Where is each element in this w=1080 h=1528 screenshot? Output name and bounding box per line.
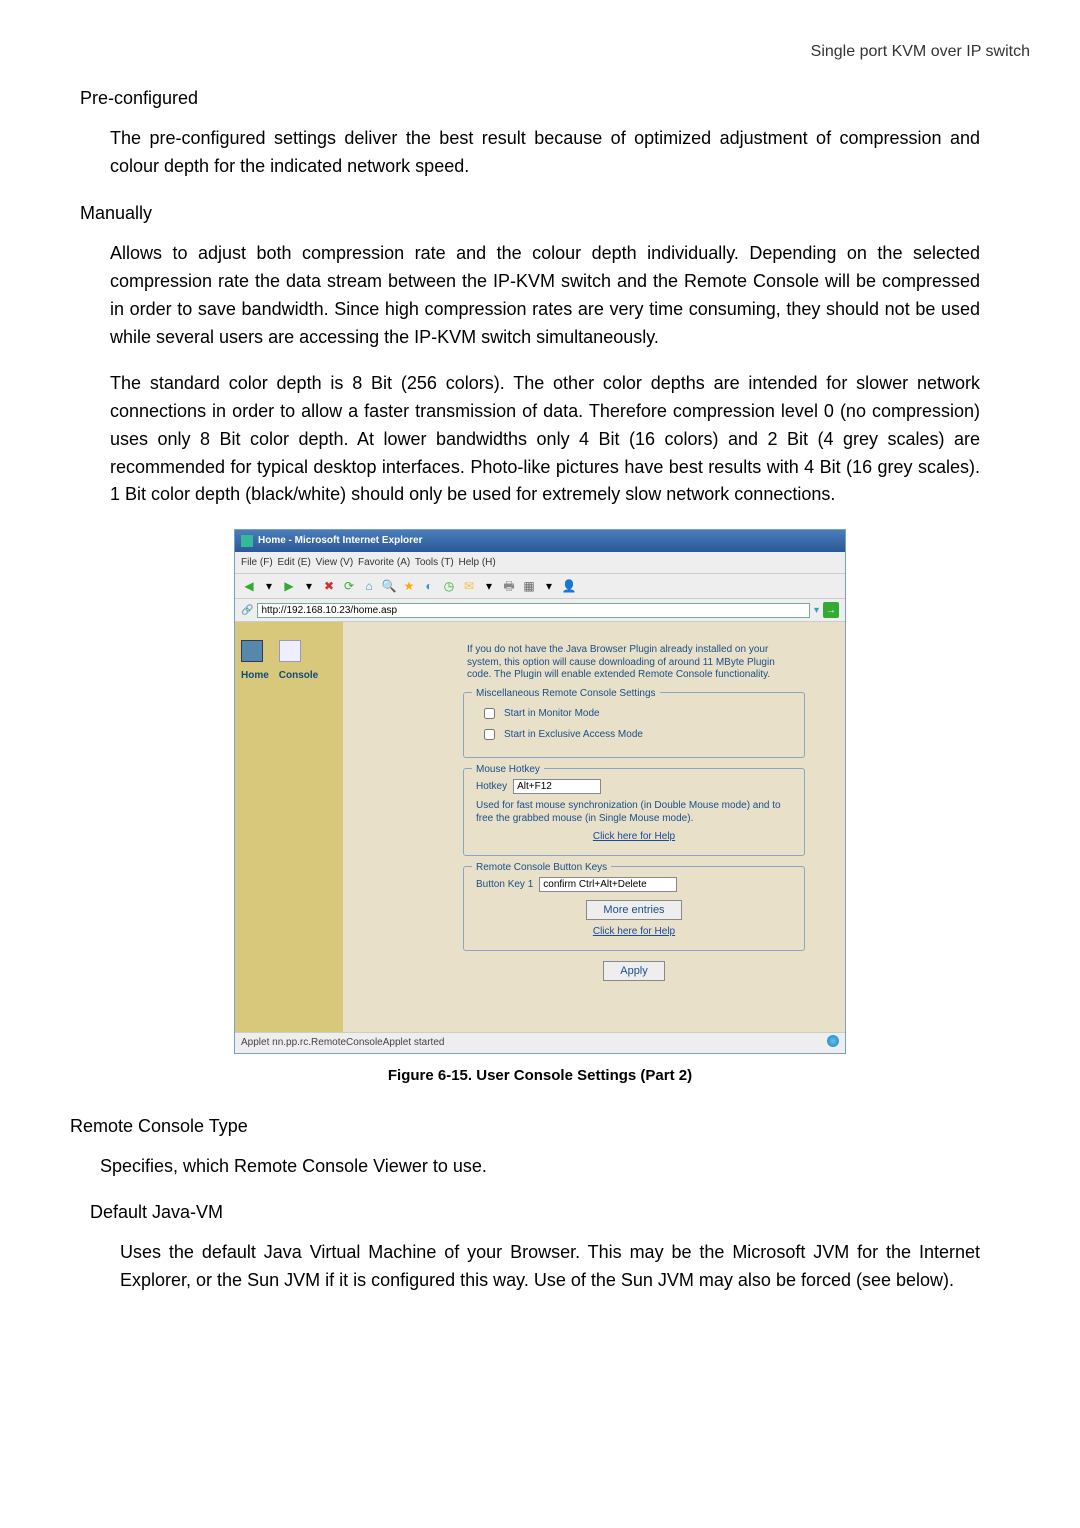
window-title: Home - Microsoft Internet Explorer [258,533,422,549]
home-nav-icon[interactable] [241,640,263,662]
nav-console-label[interactable]: Console [279,668,318,684]
messenger-icon[interactable]: 👤 [561,578,577,594]
default-java-vm-heading: Default Java-VM [90,1199,1030,1227]
more-entries-button[interactable]: More entries [586,900,681,920]
screenshot-container: Home - Microsoft Internet Explorer File … [50,529,1030,1054]
menu-view[interactable]: View (V) [316,557,354,568]
favorites-icon[interactable]: ★ [401,578,417,594]
hotkey-help-link[interactable]: Click here for Help [474,829,794,845]
menu-favorite[interactable]: Favorite (A) [358,557,410,568]
start-monitor-row[interactable]: Start in Monitor Mode [480,705,794,722]
misc-legend: Miscellaneous Remote Console Settings [472,686,660,702]
figure-caption: Figure 6-15. User Console Settings (Part… [50,1064,1030,1087]
dropdown-icon-3[interactable]: ▾ [481,578,497,594]
refresh-icon[interactable]: ⟳ [341,578,357,594]
apply-button[interactable]: Apply [603,961,665,981]
button-key-input[interactable] [539,877,677,892]
main-panel: If you do not have the Java Browser Plug… [343,622,845,1032]
button-key-label: Button Key 1 [476,877,533,893]
window-titlebar: Home - Microsoft Internet Explorer [235,530,845,552]
page-header-right: Single port KVM over IP switch [50,40,1030,65]
dropdown-icon-4[interactable]: ▾ [541,578,557,594]
hotkey-legend: Mouse Hotkey [472,762,544,778]
status-text: Applet nn.pp.rc.RemoteConsoleApplet star… [241,1035,444,1051]
hotkey-input[interactable] [513,779,601,794]
print-icon[interactable]: 🖶 [501,578,517,594]
menu-tools[interactable]: Tools (T) [415,557,454,568]
button-key-row: Button Key 1 [476,877,794,893]
misc-fieldset: Miscellaneous Remote Console Settings St… [463,692,805,758]
menu-file[interactable]: File (F) [241,557,273,568]
hotkey-label: Hotkey [476,779,507,795]
stop-icon[interactable]: ✖ [321,578,337,594]
manually-paragraph-1: Allows to adjust both compression rate a… [110,240,980,352]
hotkey-fieldset: Mouse Hotkey Hotkey Used for fast mouse … [463,768,805,856]
addressbar: 🔗 ▾ → [235,599,845,622]
go-button[interactable]: → [823,602,839,618]
console-nav-icon[interactable] [279,640,301,662]
address-dropdown-icon[interactable]: ▾ [814,603,819,619]
manually-paragraph-2: The standard color depth is 8 Bit (256 c… [110,370,980,509]
remote-console-type-heading: Remote Console Type [70,1113,1030,1141]
dropdown-icon[interactable]: ▾ [261,578,277,594]
history-icon[interactable]: ◷ [441,578,457,594]
browser-window: Home - Microsoft Internet Explorer File … [234,529,846,1054]
toolbar: ◀ ▾ ▶ ▾ ✖ ⟳ ⌂ 🔍 ★ ◐ ◷ ✉ ▾ 🖶 ▦ ▾ 👤 [235,574,845,599]
remote-console-type-paragraph: Specifies, which Remote Console Viewer t… [100,1153,980,1181]
mail-icon[interactable]: ✉ [461,578,477,594]
back-icon[interactable]: ◀ [241,578,257,594]
internet-zone-icon [827,1035,839,1047]
start-exclusive-row[interactable]: Start in Exclusive Access Mode [480,726,794,743]
start-exclusive-label: Start in Exclusive Access Mode [504,727,643,743]
start-monitor-checkbox[interactable] [484,708,495,719]
search-icon[interactable]: 🔍 [381,578,397,594]
home-icon[interactable]: ⌂ [361,578,377,594]
plugin-note: If you do not have the Java Browser Plug… [467,644,801,682]
content-area: Home Console If you do not have the Java… [235,622,845,1032]
ie-icon [241,535,253,547]
apply-wrap: Apply [463,961,805,981]
button-keys-help-link[interactable]: Click here for Help [474,924,794,940]
preconfigured-heading: Pre-configured [80,85,1030,113]
start-monitor-label: Start in Monitor Mode [504,706,600,722]
statusbar: Applet nn.pp.rc.RemoteConsoleApplet star… [235,1032,845,1053]
dropdown-icon-2[interactable]: ▾ [301,578,317,594]
nav-panel: Home Console [235,622,343,1032]
manually-heading: Manually [80,200,1030,228]
default-java-vm-paragraph: Uses the default Java Virtual Machine of… [120,1239,980,1295]
address-input[interactable] [257,603,810,618]
menu-help[interactable]: Help (H) [459,557,496,568]
forward-icon[interactable]: ▶ [281,578,297,594]
menubar: File (F) Edit (E) View (V) Favorite (A) … [235,552,845,575]
hotkey-desc: Used for fast mouse synchronization (in … [476,800,792,825]
button-keys-legend: Remote Console Button Keys [472,860,611,876]
button-keys-fieldset: Remote Console Button Keys Button Key 1 … [463,866,805,951]
address-label: 🔗 [241,603,253,619]
nav-home-label[interactable]: Home [241,668,269,684]
media-icon[interactable]: ◐ [421,578,437,594]
menu-edit[interactable]: Edit (E) [277,557,310,568]
preconfigured-paragraph: The pre-configured settings deliver the … [110,125,980,181]
edit-icon[interactable]: ▦ [521,578,537,594]
hotkey-row: Hotkey [476,779,794,795]
start-exclusive-checkbox[interactable] [484,729,495,740]
